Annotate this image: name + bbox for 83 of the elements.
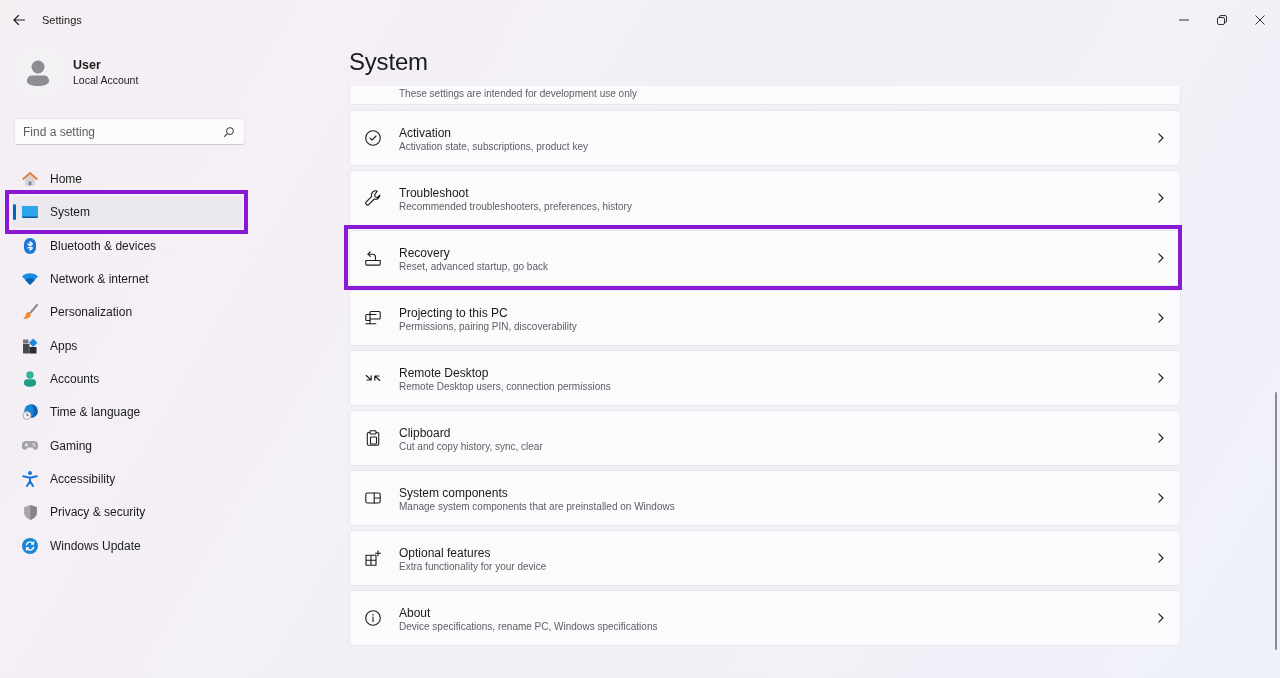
globe-clock-icon xyxy=(22,404,38,421)
selection-indicator xyxy=(13,204,16,221)
sidebar-item[interactable]: Home xyxy=(12,163,242,195)
bluetooth-icon xyxy=(24,237,36,254)
window-panel-icon xyxy=(365,490,381,506)
sidebar-item[interactable]: Bluetooth & devices xyxy=(12,229,242,262)
accessibility-icon xyxy=(22,470,38,487)
back-arrow-icon xyxy=(13,14,25,26)
settings-card[interactable]: System components Manage system components that are preinstalled on Windows xyxy=(349,470,1181,526)
wifi-icon xyxy=(22,273,38,285)
row-description: Cut and copy history, sync, clear xyxy=(399,440,543,454)
row-description: Reset, advanced startup, go back xyxy=(399,260,548,274)
drive-arrow-icon xyxy=(365,250,381,266)
row-description: Device specifications, rename PC, Windows specifications xyxy=(399,619,658,634)
row-description: Activation state, subscriptions, product key xyxy=(399,139,588,154)
row-description: Permissions, pairing PIN, discoverability xyxy=(399,320,577,334)
chevron-icon xyxy=(1158,553,1164,563)
paintbrush-icon xyxy=(22,304,38,321)
sidebar-item[interactable]: Personalization xyxy=(12,296,242,329)
scrollbar-thumb[interactable] xyxy=(1275,392,1277,650)
restore-icon xyxy=(1217,15,1227,25)
back-button[interactable] xyxy=(13,14,25,26)
window-title: Settings xyxy=(42,14,82,26)
chevron-icon xyxy=(1158,193,1164,203)
user-name: User xyxy=(73,57,102,73)
page-title: System xyxy=(349,47,429,77)
sync-icon xyxy=(22,537,38,554)
chevron-icon xyxy=(1158,433,1164,443)
settings-card[interactable]: Activation Activation state, subscriptions, product key xyxy=(349,110,1181,166)
row-title: Activation xyxy=(399,125,453,140)
settings-card[interactable]: Troubleshoot Recommended troubleshooters, preferences, history xyxy=(349,170,1181,226)
settings-card[interactable]: Recovery Reset, advanced startup, go back xyxy=(349,230,1181,286)
row-title: Troubleshoot xyxy=(399,185,470,200)
info-icon xyxy=(365,610,381,626)
person-icon xyxy=(22,370,38,387)
clipboard-icon xyxy=(365,430,381,446)
row-description: These settings are intended for development use only xyxy=(399,87,638,101)
row-title: About xyxy=(399,605,432,620)
row-title: Projecting to this PC xyxy=(399,305,509,320)
search-icon xyxy=(224,126,234,137)
settings-card[interactable]: About Device specifications, rename PC, Windows specifications xyxy=(349,590,1181,646)
sidebar-item[interactable]: Apps xyxy=(12,329,242,362)
sidebar-item[interactable]: Accessibility xyxy=(12,462,242,495)
sidebar-item[interactable]: Accounts xyxy=(12,362,242,395)
sidebar-item[interactable]: Windows Update xyxy=(12,529,242,562)
search-field[interactable]: Find a setting xyxy=(14,118,245,145)
home-icon xyxy=(22,171,38,187)
close-icon xyxy=(1255,15,1265,25)
row-description: Recommended troubleshooters, preferences, history xyxy=(399,199,632,214)
row-title: Clipboard xyxy=(399,425,452,440)
chevron-icon xyxy=(1158,373,1164,383)
settings-card[interactable]: Projecting to this PC Permissions, pairing PIN, discoverability xyxy=(349,290,1181,346)
row-description: Remote Desktop users, connection permissions xyxy=(399,380,611,394)
settings-card[interactable]: These settings are intended for development use only xyxy=(349,86,1181,105)
monitors-icon xyxy=(365,310,381,326)
row-description: Extra functionality for your device xyxy=(399,560,547,574)
row-description: Manage system components that are preinstalled on Windows xyxy=(399,500,675,514)
sidebar-item[interactable]: Time & language xyxy=(12,396,242,429)
sidebar-item[interactable]: Privacy & security xyxy=(12,496,242,529)
settings-card[interactable]: Clipboard Cut and copy history, sync, clear xyxy=(349,410,1181,466)
minimize-icon xyxy=(1179,19,1189,21)
row-title: Remote Desktop xyxy=(399,365,490,380)
chevron-icon xyxy=(1158,133,1164,143)
settings-card[interactable]: Optional features Extra functionality for your device xyxy=(349,530,1181,586)
monitor-icon xyxy=(22,206,38,219)
gamepad-icon xyxy=(22,441,38,451)
chevron-icon xyxy=(1158,493,1164,503)
sidebar-item[interactable]: System xyxy=(12,196,242,229)
tiles-icon xyxy=(22,337,38,354)
sidebar-item[interactable]: Network & internet xyxy=(12,263,242,295)
wrench-icon xyxy=(365,190,381,206)
check-circle-icon xyxy=(365,130,381,146)
chevron-icon xyxy=(1158,253,1164,263)
account-type: Local Account xyxy=(73,72,139,87)
grid-plus-icon xyxy=(365,550,381,566)
chevron-icon xyxy=(1158,613,1164,623)
row-title: Recovery xyxy=(399,245,451,260)
sidebar-item[interactable]: Gaming xyxy=(12,429,242,462)
row-title: System components xyxy=(399,485,509,500)
settings-card[interactable]: Remote Desktop Remote Desktop users, connection permissions xyxy=(349,350,1181,406)
shield-icon xyxy=(23,504,37,520)
chevron-icon xyxy=(1158,313,1164,323)
row-title: Optional features xyxy=(399,545,492,560)
